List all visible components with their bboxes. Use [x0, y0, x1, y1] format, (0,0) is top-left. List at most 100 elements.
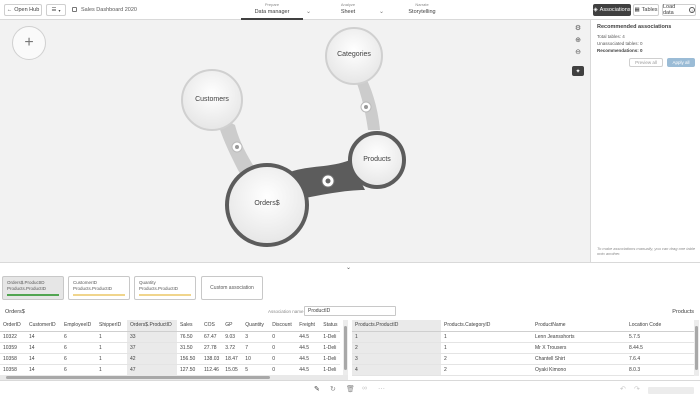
left-table-preview[interactable]: OrderID CustomerID EmployeeID ShipperID …	[0, 320, 343, 376]
column-header[interactable]: COS	[201, 320, 223, 332]
tables-button[interactable]: ▦ Tables	[633, 4, 659, 16]
right-table-vertical-scrollbar[interactable]	[694, 320, 699, 376]
preview-all-button[interactable]: Preview all	[629, 58, 663, 67]
column-header[interactable]: Status	[320, 320, 341, 332]
table-cell: 8.44.5	[626, 342, 694, 354]
table-cell: 10322	[0, 331, 26, 343]
categories-label[interactable]: Categories	[324, 51, 384, 58]
customers-label[interactable]: Customers	[182, 96, 242, 103]
products-label[interactable]: Products	[347, 156, 407, 163]
global-menu-button[interactable]: ☰ ▾	[46, 4, 66, 16]
add-table-button[interactable]: +	[12, 26, 46, 60]
right-data-table: Products.ProductID Products.CategoryID P…	[352, 320, 694, 376]
table-cell: 3.72	[222, 342, 243, 354]
link-icon[interactable]: ∞	[362, 385, 367, 392]
panel-title: Recommended associations	[597, 24, 672, 30]
table-cell: 76.50	[177, 331, 201, 343]
column-header[interactable]: OrderID	[0, 320, 26, 332]
column-header[interactable]: Sales	[177, 320, 201, 332]
table-cell: 44.5	[296, 353, 321, 365]
scrollbar-thumb[interactable]	[6, 376, 270, 379]
table-cell: 6	[61, 342, 96, 354]
table-cell: 10358	[0, 353, 26, 365]
table-cell: 5	[242, 364, 270, 376]
association-name-input[interactable]	[304, 306, 396, 316]
more-icon[interactable]: ⋯	[378, 385, 385, 393]
column-header[interactable]: ProductName	[532, 320, 626, 332]
table-cell: 10358	[0, 364, 26, 376]
association-card-customerid[interactable]: CustomerID Products.ProductID	[68, 276, 130, 300]
column-header[interactable]: GP	[222, 320, 243, 332]
right-table-name: Products	[672, 309, 694, 315]
association-name-row: Orders$ Association name Products	[0, 304, 700, 320]
left-table-vertical-scrollbar[interactable]	[343, 320, 348, 376]
table-cell: 127.50	[177, 364, 201, 376]
table-cell: 33	[127, 331, 177, 343]
bottom-toolbar: ✎ ↻ 🗑 ∞ ⋯ ↶ ↷	[0, 380, 700, 400]
association-canvas[interactable]: + Customers Categories Products Orders$	[0, 20, 590, 262]
table-cell: 6	[61, 331, 96, 343]
column-header[interactable]: Location Code	[626, 320, 694, 332]
panel-divider[interactable]: ⌄	[0, 262, 700, 274]
column-header-highlighted[interactable]: Products.ProductID	[352, 320, 441, 332]
apply-all-button[interactable]: Apply all	[667, 58, 695, 67]
column-header-highlighted[interactable]: Orders$.ProductID	[127, 320, 177, 332]
column-header[interactable]: ShipperID	[96, 320, 127, 332]
table-cell: 10359	[0, 342, 26, 354]
table-row: 10322 14 6 1 33 76.50 67.47 9.03 3 0 44.…	[0, 331, 341, 343]
data-preview-toggle[interactable]	[648, 387, 694, 394]
open-hub-button[interactable]: ← Open Hub	[4, 4, 42, 16]
association-card-productid[interactable]: Orders$.ProductID Products.ProductID	[2, 276, 64, 300]
table-cell: 6	[61, 364, 96, 376]
association-strength-bar	[7, 294, 59, 296]
column-header[interactable]: Quantity	[242, 320, 270, 332]
card-field-right: Products.ProductID	[139, 285, 179, 291]
chevron-down-icon[interactable]: ⌄	[346, 264, 351, 271]
wand-icon[interactable]: ✦	[572, 66, 584, 76]
settings-icon[interactable]: ⚙	[572, 23, 584, 33]
column-header[interactable]: EmployeeID	[61, 320, 96, 332]
scrollbar-thumb[interactable]	[344, 326, 347, 370]
table-row: 4 2 Oyaki Kimono 8.0.3	[352, 364, 694, 376]
column-header[interactable]: Freight	[296, 320, 321, 332]
table-cell: 1-Deli	[320, 364, 341, 376]
orders-label[interactable]: Orders$	[237, 200, 297, 207]
table-cell: 0	[269, 353, 297, 365]
right-table-preview[interactable]: Products.ProductID Products.CategoryID P…	[352, 320, 694, 376]
prepare-dropdown-icon[interactable]: ⌄	[306, 8, 311, 15]
column-header[interactable]: Discount	[269, 320, 297, 332]
association-card-quantity[interactable]: Quantity Products.ProductID	[134, 276, 196, 300]
redo-icon[interactable]: ↷	[634, 385, 640, 393]
associations-label: Associations	[599, 7, 631, 13]
refresh-icon[interactable]: ↻	[330, 385, 336, 393]
table-cell: 1-Deli	[320, 353, 341, 365]
edit-icon[interactable]: ✎	[314, 385, 320, 393]
undo-icon[interactable]: ↶	[620, 385, 626, 393]
load-data-label: Load data	[663, 4, 676, 16]
delete-icon[interactable]: 🗑	[346, 385, 355, 393]
custom-association-card[interactable]: Custom association	[201, 276, 263, 300]
table-cell: 1	[441, 342, 532, 354]
zoom-out-icon[interactable]: ⊖	[572, 47, 584, 57]
load-data-button[interactable]: Load data i	[662, 4, 696, 16]
table-cell: 9.03	[222, 331, 243, 343]
table-cell: 2	[441, 353, 532, 365]
table-row: 10359 14 6 1 37 31.50 27.78 3.72 7 0 44.…	[0, 342, 341, 354]
table-cell: 1	[96, 353, 127, 365]
table-cell: 0	[269, 331, 297, 343]
manual-association-hint: To make associations manually, you can d…	[597, 246, 696, 256]
column-header[interactable]: Products.CategoryID	[441, 320, 532, 332]
tab-narrate[interactable]: Narrate Storytelling	[392, 2, 452, 20]
card-field-right: Products.ProductID	[73, 285, 113, 291]
tab-prepare[interactable]: Prepare Data manager	[241, 2, 303, 20]
column-header[interactable]: CustomerID	[26, 320, 61, 332]
analyze-dropdown-icon[interactable]: ⌄	[379, 8, 384, 15]
tab-analyze[interactable]: Analyze Sheet	[318, 2, 378, 20]
zoom-in-icon[interactable]: ⊕	[572, 35, 584, 45]
custom-association-label: Custom association	[210, 285, 254, 291]
scrollbar-thumb[interactable]	[695, 326, 698, 370]
associations-button[interactable]: ◈ Associations	[593, 4, 631, 16]
table-cell: Lenn Jeansshorts	[532, 331, 626, 343]
table-cell: 1	[96, 342, 127, 354]
recommendations-count-text: Recommendations: 0	[597, 48, 643, 53]
